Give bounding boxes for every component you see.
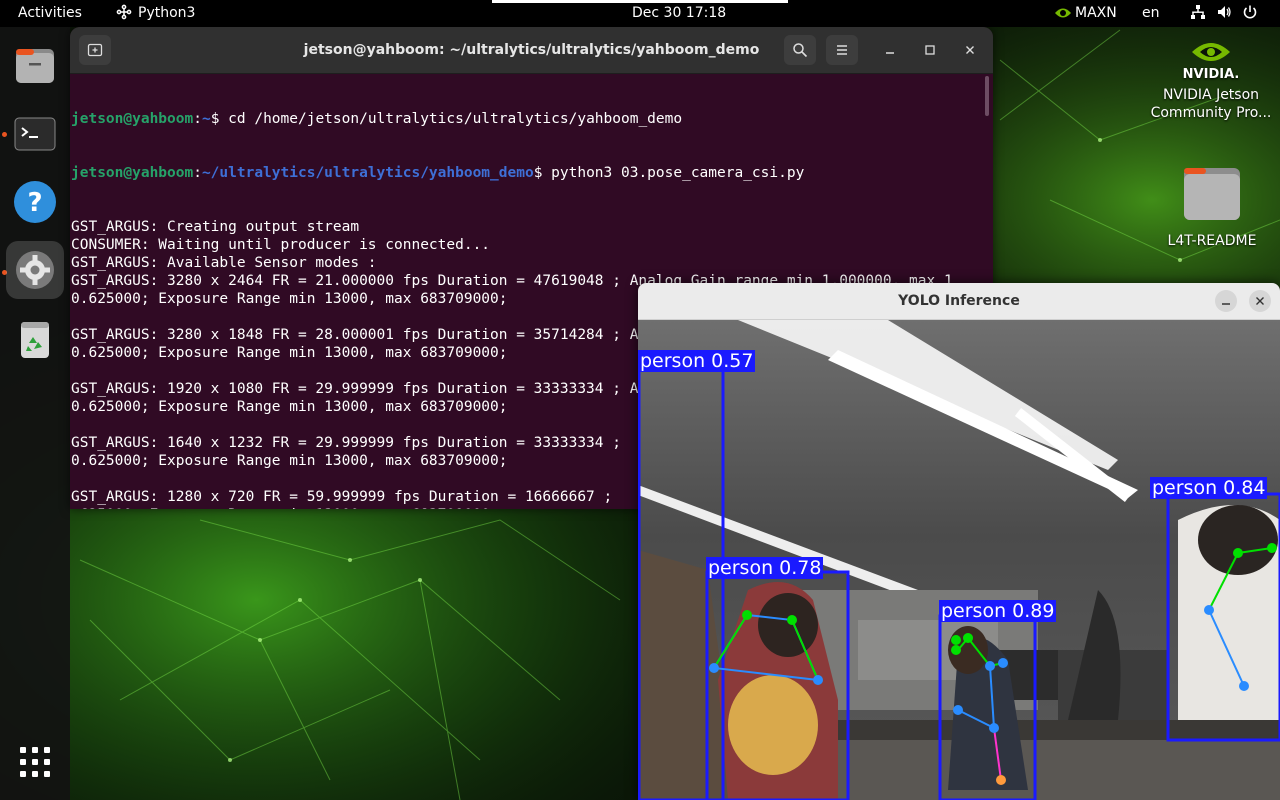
- nvpmodel-label: MAXN: [1075, 5, 1117, 21]
- dock-help[interactable]: ?: [6, 173, 64, 231]
- network-icon: [1191, 5, 1205, 19]
- dock-trash[interactable]: [6, 310, 64, 368]
- clock[interactable]: Dec 30 17:18: [632, 0, 726, 27]
- dock-settings[interactable]: [6, 241, 64, 299]
- terminal-scrollbar[interactable]: [985, 76, 989, 116]
- yolo-inference-window[interactable]: YOLO Inference person 0.57 person 0.78 p…: [638, 283, 1280, 800]
- prompt-path: ~/ultralytics/ultralytics/yahboom_demo: [201, 165, 534, 181]
- prompt-command: $ python3 03.pose_camera_csi.py: [533, 165, 805, 181]
- detection-label: person 0.84: [1150, 477, 1268, 499]
- nvidia-logo-text: NVIDIA.: [1183, 67, 1240, 82]
- desktop-icon-l4t-readme[interactable]: L4T-README: [1147, 166, 1277, 250]
- close-icon: [966, 46, 974, 54]
- hamburger-menu-icon: [837, 45, 847, 55]
- app-grid-icon: [20, 747, 50, 777]
- system-menu[interactable]: [1190, 0, 1268, 27]
- search-icon: [793, 43, 808, 58]
- terminal-output-line: CONSUMER: Waiting until producer is conn…: [71, 237, 491, 253]
- nvpmodel-indicator[interactable]: MAXN: [1054, 0, 1117, 27]
- power-icon: [1243, 5, 1257, 19]
- minimize-icon: [886, 52, 894, 54]
- yolo-window-titlebar[interactable]: YOLO Inference: [638, 283, 1280, 320]
- files-icon: [16, 49, 54, 83]
- close-icon: [1256, 297, 1264, 305]
- activities-button[interactable]: Activities: [18, 0, 82, 27]
- terminal-prompt-line: jetson@yahboom:~$ cd /home/jetson/ultral…: [71, 110, 983, 128]
- search-button[interactable]: [784, 35, 816, 65]
- app-menu[interactable]: Python3: [116, 0, 195, 27]
- minimize-icon: [1222, 303, 1230, 305]
- show-apps-button[interactable]: [6, 733, 64, 791]
- yolo-close-button[interactable]: [1249, 290, 1271, 312]
- prompt-path: ~: [201, 111, 211, 127]
- detection-label: person 0.57: [638, 350, 756, 372]
- help-icon: ?: [14, 181, 56, 223]
- language-indicator[interactable]: en: [1142, 0, 1160, 27]
- dock: ?: [0, 27, 70, 800]
- prompt-separator: :: [193, 165, 202, 181]
- desktop-icon-label: NVIDIA Jetson: [1162, 87, 1260, 103]
- desktop-icon-nvidia-jetson[interactable]: NVIDIA. NVIDIA Jetson Community Pro...: [1146, 36, 1276, 122]
- prompt-separator: :: [193, 111, 202, 127]
- desktop-icon-label: L4T-README: [1167, 233, 1257, 249]
- nvidia-logo-icon: NVIDIA.: [1183, 43, 1240, 82]
- prompt-user: jetson@yahboom: [71, 165, 194, 181]
- yolo-window-title: YOLO Inference: [898, 293, 1020, 309]
- desktop-icon-label: Community Pro...: [1150, 105, 1272, 121]
- terminal-prompt-line: jetson@yahboom:~/ultralytics/ultralytics…: [71, 164, 983, 182]
- python-app-icon: [116, 4, 132, 20]
- maximize-icon: [925, 45, 935, 55]
- maximize-button[interactable]: [914, 35, 946, 65]
- detection-label: person 0.89: [939, 600, 1057, 622]
- trash-icon: [21, 322, 49, 358]
- prompt-command: $ cd /home/jetson/ultralytics/ultralytic…: [210, 111, 683, 127]
- terminal-output-line: GST_ARGUS: Creating output stream: [71, 219, 360, 235]
- nvidia-eye-icon: [1055, 8, 1071, 18]
- camera-feed: person 0.57 person 0.78 person 0.89 pers…: [638, 320, 1280, 800]
- prompt-user: jetson@yahboom: [71, 111, 194, 127]
- terminal-output-line: GST_ARGUS: Available Sensor modes :: [71, 255, 377, 271]
- svg-text:?: ?: [27, 188, 42, 218]
- terminal-headerbar[interactable]: jetson@yahboom: ~/ultralytics/ultralytic…: [70, 27, 993, 74]
- settings-gear-icon: [16, 251, 54, 289]
- close-button[interactable]: [954, 35, 986, 65]
- top-bar: Activities Python3 Dec 30 17:18 MAXN en: [0, 0, 1280, 27]
- volume-icon: [1218, 6, 1231, 18]
- dock-files[interactable]: [6, 37, 64, 95]
- minimize-button[interactable]: [874, 35, 906, 65]
- yolo-minimize-button[interactable]: [1215, 290, 1237, 312]
- detection-label: person 0.78: [706, 557, 824, 579]
- terminal-icon: [14, 117, 56, 151]
- hamburger-menu-button[interactable]: [826, 35, 858, 65]
- dock-terminal[interactable]: [6, 105, 64, 163]
- folder-icon: [1184, 168, 1240, 220]
- app-menu-label: Python3: [138, 5, 196, 21]
